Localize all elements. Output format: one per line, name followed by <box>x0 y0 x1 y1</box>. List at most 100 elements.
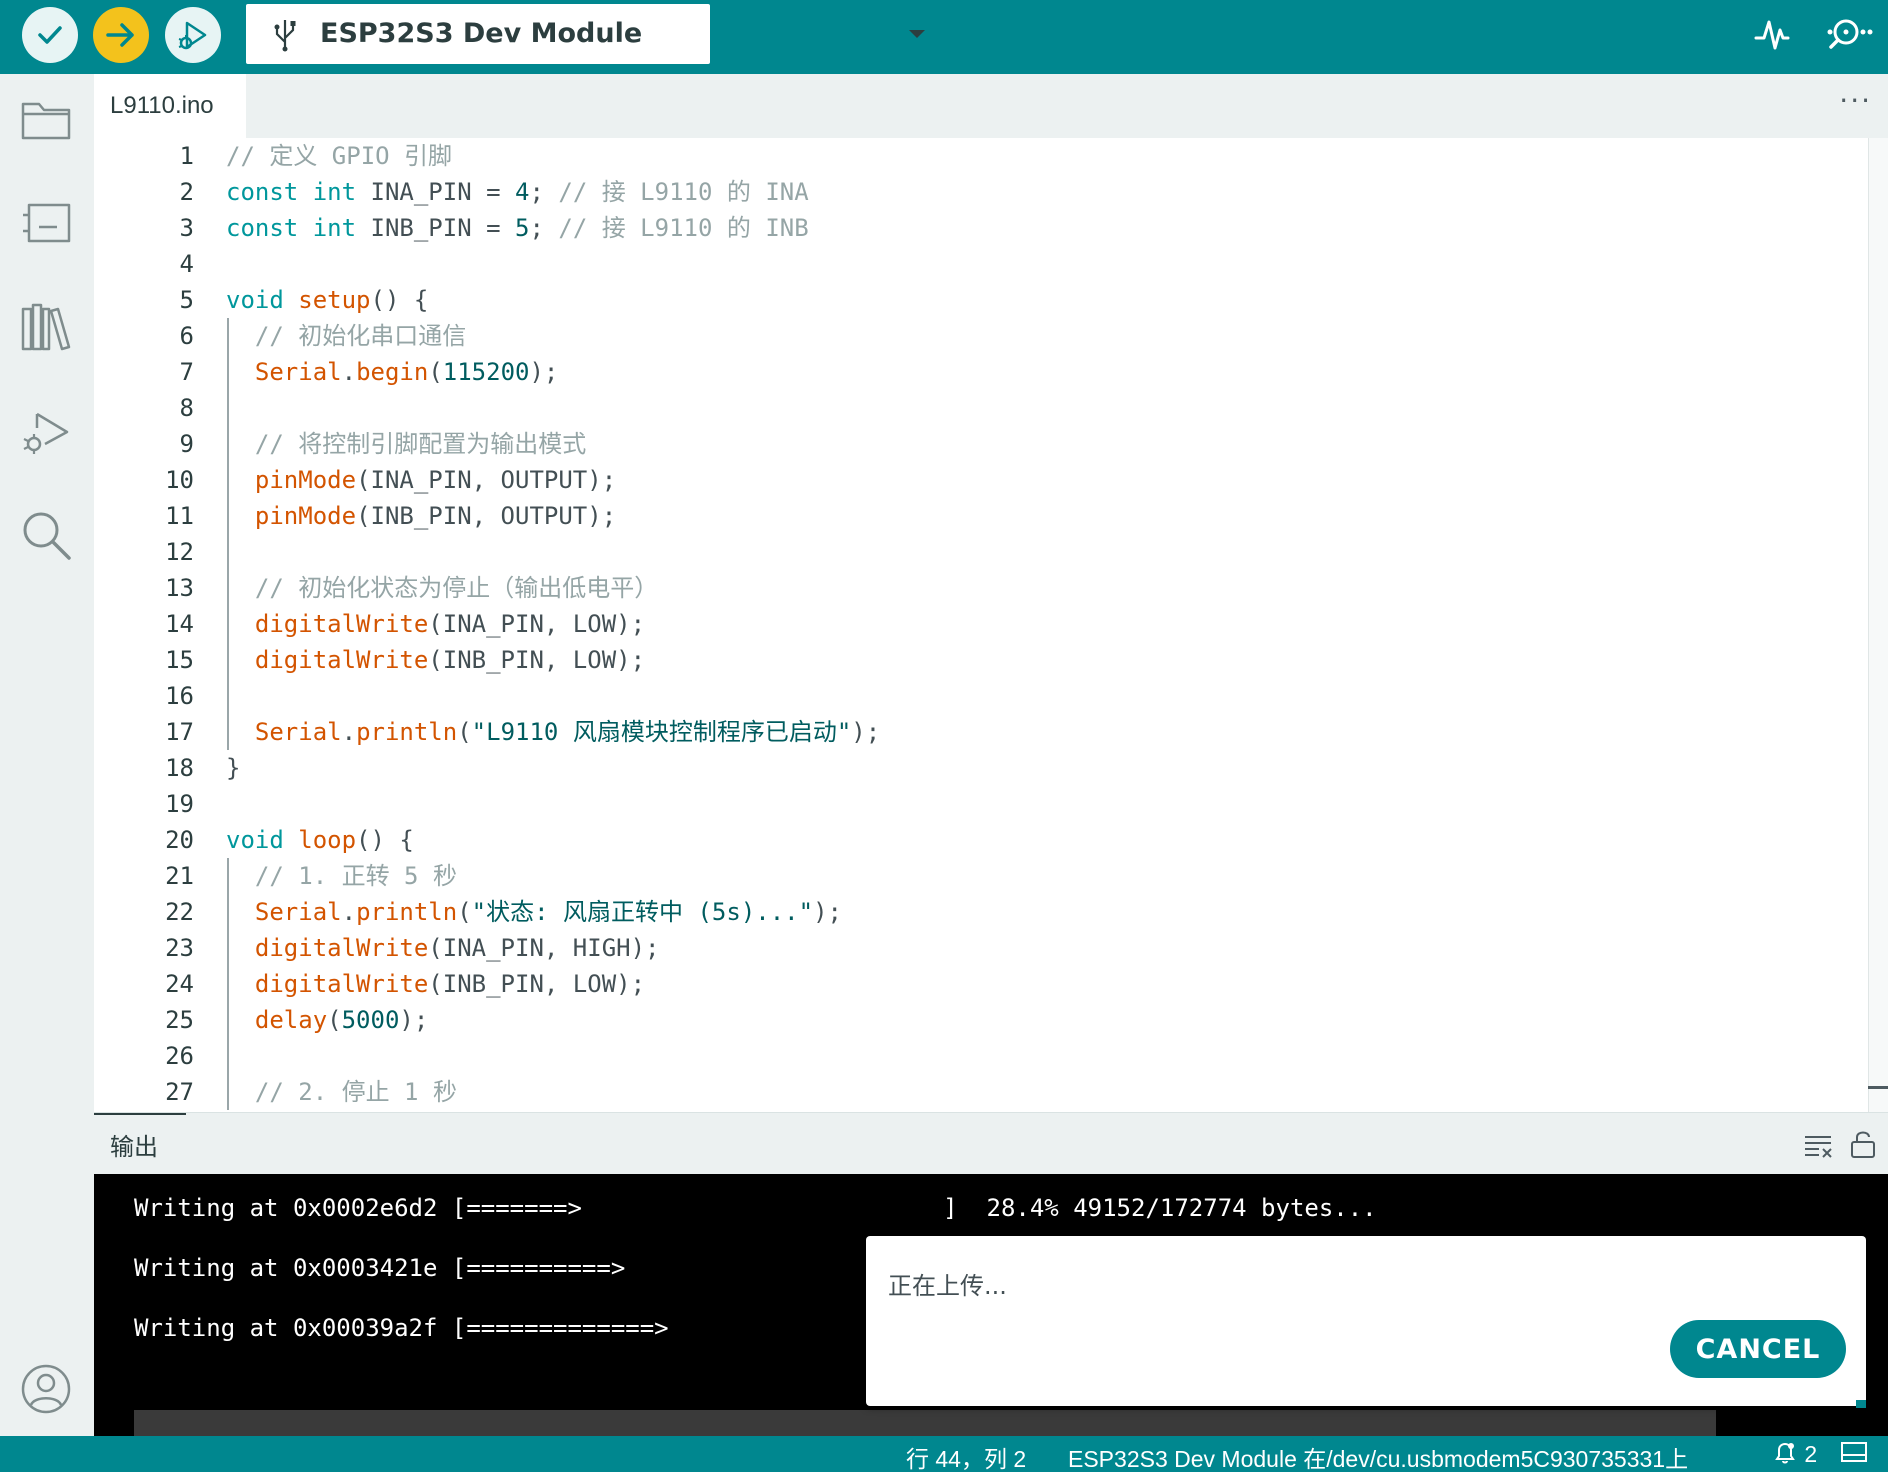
code-line[interactable]: void setup() { <box>226 282 428 318</box>
code-line[interactable]: Serial.println("状态: 风扇正转中 (5s)..."); <box>226 894 842 930</box>
user-icon <box>21 1364 71 1414</box>
code-token: (INA_PIN, LOW); <box>428 610 646 638</box>
unlock-icon[interactable] <box>1850 1129 1876 1159</box>
sidebar-item-sketchbook[interactable] <box>17 90 75 148</box>
code-token: digitalWrite <box>254 646 429 674</box>
line-number: 20 <box>165 826 194 854</box>
sidebar-item-profile[interactable] <box>17 1360 75 1418</box>
code-token: () { <box>356 826 414 854</box>
code-line[interactable]: // 2. 停止 1 秒 <box>226 1074 457 1110</box>
tab-l9110-ino[interactable]: L9110.ino <box>94 74 246 138</box>
code-line[interactable]: delay(5000); <box>226 1002 428 1038</box>
folder-icon <box>21 102 71 140</box>
code-token: (INA_PIN, OUTPUT); <box>356 466 617 494</box>
code-token: delay <box>254 1006 328 1034</box>
debug-button[interactable] <box>165 7 221 63</box>
code-line[interactable]: const int INA_PIN = 4; // 接 L9110 的 INA <box>226 174 809 210</box>
code-token: . <box>341 898 357 926</box>
panel-toggle[interactable] <box>1840 1440 1868 1470</box>
code-line[interactable]: pinMode(INB_PIN, OUTPUT); <box>226 498 616 534</box>
code-line[interactable]: // 将控制引脚配置为输出模式 <box>226 426 586 462</box>
line-number: 8 <box>179 394 194 422</box>
line-number: 26 <box>165 1042 194 1070</box>
editor-scrollbar[interactable] <box>1868 138 1888 1112</box>
code-token: // 将控制引脚配置为输出模式 <box>254 430 587 458</box>
code-token: loop <box>298 826 357 854</box>
code-token: Serial <box>254 898 342 926</box>
indent-guide <box>227 318 229 750</box>
code-line[interactable]: digitalWrite(INA_PIN, HIGH); <box>226 930 660 966</box>
chevron-down-icon <box>909 30 925 38</box>
serial-plotter-button[interactable] <box>1752 12 1792 60</box>
code-line[interactable]: // 初始化串口通信 <box>226 318 466 354</box>
line-number: 21 <box>165 862 194 890</box>
line-number: 14 <box>165 610 194 638</box>
board-selector[interactable]: ESP32S3 Dev Module <box>246 4 925 64</box>
code-token: void <box>226 826 284 854</box>
code-token: int <box>312 178 357 206</box>
code-line[interactable]: } <box>226 750 240 786</box>
code-token: void <box>226 286 284 314</box>
clear-output-icon[interactable] <box>1803 1131 1835 1159</box>
debug-icon <box>178 21 207 50</box>
cancel-button[interactable]: CANCEL <box>1670 1320 1846 1378</box>
code-token: INB_PIN = <box>356 214 516 242</box>
code-editor[interactable]: 1 2 3 4 5 6 7 8 9 10 11 12 13 14 15 16 17 18 19 20 21 22 23 24 2… <box>94 138 1888 1112</box>
scrollbar-marker <box>1868 1086 1888 1089</box>
code-token: const <box>226 178 299 206</box>
output-header: 输出 <box>94 1112 1888 1174</box>
sidebar-item-search[interactable] <box>17 506 75 564</box>
output-actions <box>1803 1129 1876 1163</box>
tab-output[interactable]: 输出 <box>94 1113 186 1174</box>
more-actions-button[interactable]: ··· <box>1839 84 1872 117</box>
code-token: () { <box>370 286 429 314</box>
notifications[interactable]: 2 <box>1772 1440 1817 1468</box>
serial-monitor-button[interactable] <box>1822 12 1874 60</box>
code-token: (INB_PIN, OUTPUT); <box>356 502 617 530</box>
code-token: digitalWrite <box>254 934 429 962</box>
code-token: Serial <box>254 358 342 386</box>
code-token: digitalWrite <box>254 970 429 998</box>
sidebar-item-boards-manager[interactable] <box>17 194 75 252</box>
code-token: "L9110 风扇模块控制程序已启动" <box>471 718 852 746</box>
console-horizontal-scrollbar[interactable] <box>134 1410 1716 1436</box>
upload-progress-dialog: 正在上传... CANCEL <box>866 1236 1866 1406</box>
code-line[interactable]: // 定义 GPIO 引脚 <box>226 138 452 174</box>
upload-button[interactable] <box>93 7 149 63</box>
line-number: 12 <box>165 538 194 566</box>
code-line[interactable]: pinMode(INA_PIN, OUTPUT); <box>226 462 616 498</box>
code-token: println <box>356 718 458 746</box>
code-token: const <box>226 214 299 242</box>
sidebar-item-debug[interactable] <box>17 404 75 462</box>
line-number: 11 <box>165 502 194 530</box>
sidebar-item-library-manager[interactable] <box>17 298 75 356</box>
code-line[interactable]: // 初始化状态为停止（输出低电平） <box>226 570 658 606</box>
line-number: 7 <box>179 358 194 386</box>
cursor-position[interactable]: 行 44，列 2 <box>906 1440 1026 1474</box>
code-line[interactable]: Serial.println("L9110 风扇模块控制程序已启动"); <box>226 714 880 750</box>
code-token: begin <box>356 358 429 386</box>
code-line[interactable]: Serial.begin(115200); <box>226 354 558 390</box>
code-line[interactable]: digitalWrite(INA_PIN, LOW); <box>226 606 645 642</box>
code-token: ); <box>813 898 842 926</box>
code-token: 4 <box>515 178 530 206</box>
code-line[interactable]: // 1. 正转 5 秒 <box>226 858 457 894</box>
code-line[interactable]: const int INB_PIN = 5; // 接 L9110 的 INB <box>226 210 809 246</box>
board-port-status[interactable]: ESP32S3 Dev Module 在/dev/cu.usbmodem5C93… <box>1068 1440 1688 1474</box>
code-token: 115200 <box>442 358 530 386</box>
code-line[interactable]: digitalWrite(INB_PIN, LOW); <box>226 642 645 678</box>
code-line[interactable]: void loop() { <box>226 822 414 858</box>
code-token: ); <box>851 718 881 746</box>
code-token: . <box>341 358 357 386</box>
line-number: 18 <box>165 754 194 782</box>
code-line[interactable]: digitalWrite(INB_PIN, LOW); <box>226 966 645 1002</box>
verify-button[interactable] <box>22 7 78 63</box>
line-number: 4 <box>179 250 194 278</box>
line-number: 17 <box>165 718 194 746</box>
